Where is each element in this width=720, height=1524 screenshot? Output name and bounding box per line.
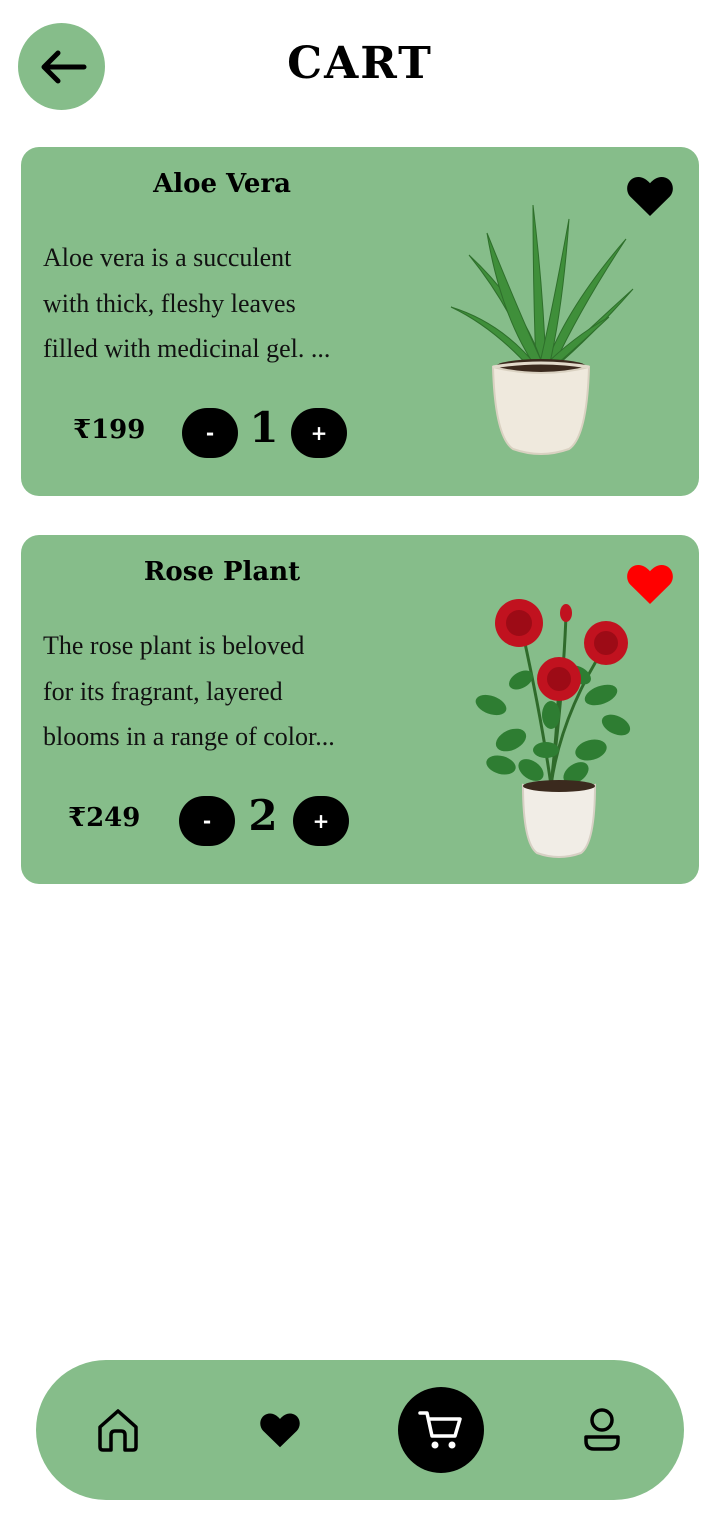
nav-profile[interactable]	[576, 1404, 628, 1456]
quantity-value: 2	[248, 791, 278, 840]
page-title: CART	[287, 38, 433, 89]
product-description: The rose plant is beloved for its fragra…	[43, 631, 335, 751]
bottom-navigation	[36, 1360, 684, 1500]
rose-plant-image	[475, 599, 631, 858]
decrease-quantity-button[interactable]: -	[182, 408, 238, 458]
decrease-quantity-button[interactable]: -	[179, 796, 235, 846]
cart-item-card[interactable]: Rose Plant The rose plant is beloved for…	[21, 535, 699, 884]
quantity-value: 1	[249, 403, 279, 452]
cart-screen: CART Aloe Vera Aloe vera is a succulent …	[0, 0, 720, 1524]
nav-cart[interactable]	[398, 1387, 484, 1473]
profile-icon	[584, 1408, 620, 1451]
heart-icon	[260, 1413, 300, 1448]
aloe-vera-image	[450, 204, 634, 455]
product-description: Aloe vera is a succulent with thick, fle…	[43, 243, 331, 363]
cart-icon	[418, 1411, 462, 1449]
home-icon	[98, 1409, 138, 1452]
nav-favorites[interactable]	[254, 1404, 306, 1456]
product-price: ₹249	[68, 803, 141, 833]
product-name: Aloe Vera	[153, 169, 291, 199]
nav-home[interactable]	[92, 1404, 144, 1456]
cart-item-card[interactable]: Aloe Vera Aloe vera is a succulent with …	[21, 147, 699, 496]
increase-quantity-button[interactable]: +	[291, 408, 347, 458]
increase-quantity-button[interactable]: +	[293, 796, 349, 846]
product-price: ₹199	[73, 415, 146, 445]
product-name: Rose Plant	[143, 557, 301, 587]
